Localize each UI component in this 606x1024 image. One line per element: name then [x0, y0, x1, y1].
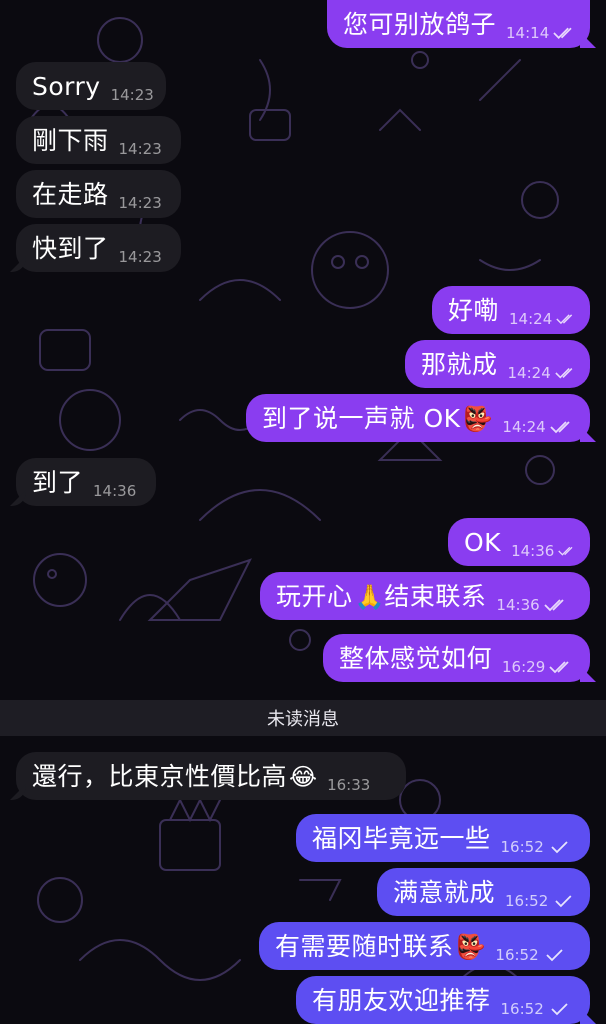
- message-bubble-outgoing[interactable]: 好嘞 14:24: [432, 286, 590, 334]
- message-time: 14:24: [507, 364, 551, 382]
- chat-message-list: 您可别放鸽子 14:14 Sorry 14:23 剛下雨 14:23 在走路 1…: [0, 0, 606, 1024]
- message-bubble-outgoing[interactable]: 有需要随时联系 👺 16:52: [259, 922, 590, 970]
- message-time: 14:23: [110, 86, 154, 104]
- message-bubble-incoming[interactable]: 到了 14:36: [16, 458, 156, 506]
- double-check-icon: [556, 314, 573, 325]
- message-bubble-outgoing[interactable]: 福冈毕竟远一些 16:52: [296, 814, 590, 862]
- tears-of-joy-icon: 😂: [289, 763, 318, 791]
- message-time: 14:23: [118, 140, 162, 158]
- message-bubble-outgoing[interactable]: 满意就成 16:52: [377, 868, 590, 916]
- message-text: 有需要随时联系: [275, 931, 454, 961]
- single-check-icon: [555, 895, 572, 908]
- double-check-icon: [555, 368, 573, 379]
- message-time: 16:52: [495, 946, 539, 964]
- message-text: 在走路: [32, 179, 109, 209]
- message-time: 14:14: [506, 24, 550, 42]
- message-bubble-incoming[interactable]: 快到了 14:23: [16, 224, 181, 272]
- double-check-icon: [550, 421, 570, 434]
- double-check-icon: [553, 27, 572, 39]
- single-check-icon: [551, 1003, 568, 1016]
- message-time: 14:36: [511, 542, 555, 560]
- message-text: 玩开心: [276, 581, 353, 611]
- message-time: 14:23: [118, 194, 162, 212]
- single-check-icon: [546, 949, 563, 962]
- message-bubble-outgoing[interactable]: 整体感觉如何 16:29: [323, 634, 590, 682]
- message-time: 14:24: [502, 418, 546, 436]
- message-bubble-outgoing[interactable]: OK 14:36: [448, 518, 590, 566]
- single-check-icon: [551, 841, 568, 854]
- unread-messages-divider: 未读消息: [0, 700, 606, 736]
- message-text: 快到了: [32, 233, 109, 263]
- message-time: 16:52: [500, 1000, 544, 1018]
- message-text: Sorry: [32, 71, 101, 101]
- double-check-icon: [549, 661, 569, 674]
- message-bubble-outgoing[interactable]: 您可别放鸽子 14:14: [327, 0, 590, 48]
- message-text: 结束联系: [384, 581, 487, 611]
- message-time: 14:24: [509, 310, 553, 328]
- message-text: 有朋友欢迎推荐: [312, 985, 491, 1015]
- message-text: 您可别放鸽子: [343, 9, 497, 39]
- kabuki-mask-icon: 👺: [455, 933, 486, 961]
- double-check-icon: [558, 546, 573, 556]
- message-time: 16:52: [500, 838, 544, 856]
- message-bubble-incoming[interactable]: Sorry 14:23: [16, 62, 166, 110]
- message-text: OK: [464, 527, 502, 557]
- message-text: 整体感觉如何: [339, 643, 493, 673]
- message-bubble-outgoing[interactable]: 那就成 14:24: [405, 340, 590, 388]
- message-bubble-incoming[interactable]: 還行，比東京性價比高 😂 16:33: [16, 752, 406, 800]
- message-time: 16:52: [505, 892, 549, 910]
- message-time: 16:33: [327, 776, 371, 794]
- message-text: 到了说一声就 OK: [262, 403, 461, 433]
- message-text: 還行，比東京性價比高: [32, 761, 288, 791]
- message-text: 到了: [32, 467, 84, 497]
- folded-hands-icon: 🙏: [354, 583, 385, 611]
- message-bubble-outgoing[interactable]: 到了说一声就 OK 👺 14:24: [246, 394, 590, 442]
- message-time: 14:36: [93, 482, 137, 500]
- message-text: 福冈毕竟远一些: [312, 823, 491, 853]
- message-time: 16:29: [502, 658, 546, 676]
- message-bubble-incoming[interactable]: 在走路 14:23: [16, 170, 181, 218]
- kabuki-mask-icon: 👺: [462, 405, 493, 433]
- unread-divider-label: 未读消息: [267, 709, 339, 730]
- message-time: 14:36: [496, 596, 540, 614]
- message-time: 14:23: [118, 248, 162, 266]
- message-bubble-incoming[interactable]: 剛下雨 14:23: [16, 116, 181, 164]
- message-bubble-outgoing[interactable]: 玩开心 🙏 结束联系 14:36: [260, 572, 590, 620]
- message-text: 剛下雨: [32, 125, 109, 155]
- message-text: 那就成: [421, 349, 498, 379]
- message-text: 好嘞: [448, 295, 500, 325]
- message-text: 满意就成: [393, 877, 496, 907]
- message-bubble-outgoing[interactable]: 有朋友欢迎推荐 16:52: [296, 976, 590, 1024]
- double-check-icon: [544, 599, 564, 612]
